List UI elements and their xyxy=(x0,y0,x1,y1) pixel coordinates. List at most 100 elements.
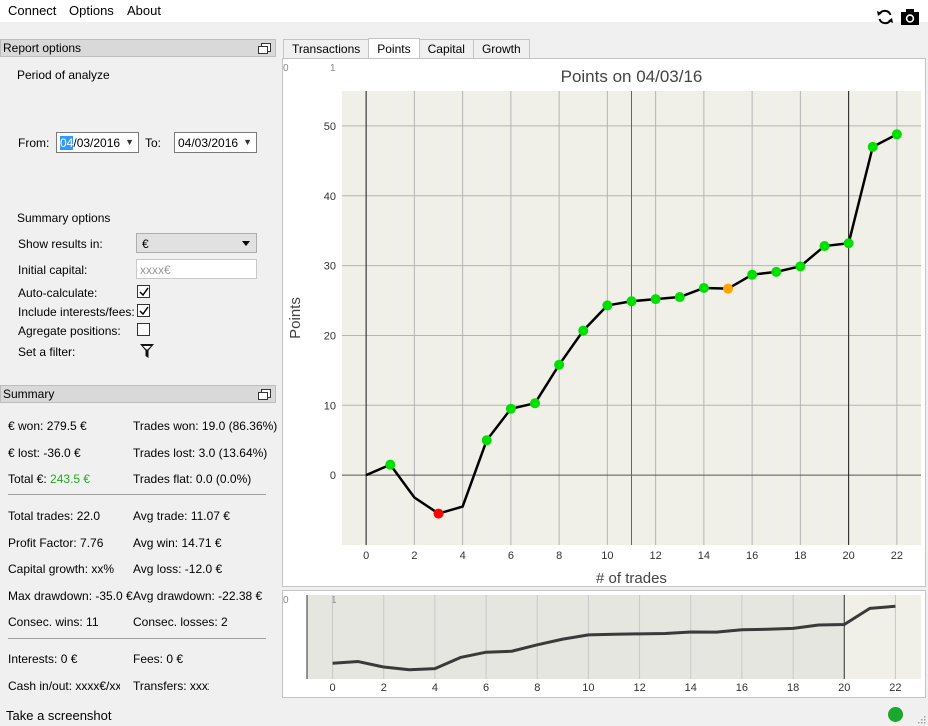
x-tick-label: 4 xyxy=(460,550,466,562)
summary-options-label: Summary options xyxy=(17,211,111,225)
to-date-field[interactable]: 04/03/2016 ▼ xyxy=(174,132,257,153)
checkmark-icon xyxy=(139,306,149,316)
x-tick-label: 20 xyxy=(843,550,855,562)
y-tick-label: 50 xyxy=(324,121,336,133)
stat-lost: € lost: -36.0 € xyxy=(8,446,81,460)
x-tick-label: 18 xyxy=(794,550,806,562)
y-tick-label: 30 xyxy=(324,261,336,273)
x-tick-label: 2 xyxy=(411,550,417,562)
initial-capital-placeholder: xxxx€ xyxy=(140,263,171,277)
tab-growth[interactable]: Growth xyxy=(472,39,530,58)
stat-total-label: Total €: xyxy=(8,472,47,486)
menu-connect[interactable]: Connect xyxy=(8,3,56,18)
from-label: From: xyxy=(18,136,50,150)
auto-calc-label: Auto-calculate: xyxy=(18,286,98,300)
float-panel-icon[interactable] xyxy=(258,389,271,400)
overview-tick-label: 16 xyxy=(736,682,748,694)
menu-about[interactable]: About xyxy=(127,3,161,18)
stat-max-drawdown: Max drawdown: -35.0 € xyxy=(8,589,133,603)
data-point xyxy=(843,238,854,249)
x-tick-label: 16 xyxy=(746,550,758,562)
chart-title: Points on 04/03/16 xyxy=(561,67,703,86)
chevron-down-icon[interactable]: ▼ xyxy=(125,137,134,147)
stat-transfers: Transfers: xxxx xyxy=(133,679,209,693)
overview-tick-label: 12 xyxy=(633,682,645,694)
stat-won: € won: 279.5 € xyxy=(8,419,87,433)
data-point xyxy=(771,266,782,277)
aggregate-checkbox[interactable] xyxy=(137,323,150,336)
tab-capital[interactable]: Capital xyxy=(418,39,474,58)
chart-tabs: Transactions Points Capital Growth xyxy=(283,38,530,58)
resize-grip-icon[interactable] xyxy=(916,714,926,724)
data-point xyxy=(795,261,806,272)
toolbar xyxy=(876,8,920,26)
x-tick-label: 10 xyxy=(601,550,613,562)
stat-profit-factor: Profit Factor: 7.76 xyxy=(8,536,104,550)
stat-consec-losses: Consec. losses: 2 xyxy=(133,615,228,629)
overview-tick-label: 22 xyxy=(889,682,901,694)
stat-interests: Interests: 0 € xyxy=(8,652,78,666)
divider xyxy=(8,494,266,495)
y-tick-label: 40 xyxy=(324,191,336,203)
data-point xyxy=(602,300,613,311)
camera-icon[interactable] xyxy=(900,8,920,26)
overview-tick-label: 6 xyxy=(483,682,489,694)
float-panel-icon[interactable] xyxy=(258,43,271,54)
data-point xyxy=(650,294,661,305)
x-tick-label: 6 xyxy=(508,550,514,562)
overview-tick-label: 14 xyxy=(685,682,697,694)
menu-options[interactable]: Options xyxy=(69,3,114,18)
chevron-down-icon[interactable]: ▼ xyxy=(243,137,252,147)
data-point xyxy=(481,435,492,446)
overview-tick-label: 20 xyxy=(838,682,850,694)
connection-status-indicator xyxy=(888,707,903,722)
corner-label: 0 xyxy=(283,63,289,74)
divider xyxy=(8,638,266,639)
stat-consec-wins: Consec. wins: 11 xyxy=(8,615,99,629)
stat-cash-inout: Cash in/out: xxxx€/xxx xyxy=(8,679,120,693)
data-point xyxy=(530,398,540,409)
refresh-icon[interactable] xyxy=(876,8,894,26)
stat-total-value: 243.5 € xyxy=(50,472,91,486)
corner-label: 1 xyxy=(331,595,337,606)
stat-avg-trade: Avg trade: 11.07 € xyxy=(133,509,230,523)
x-tick-label: 0 xyxy=(363,550,369,562)
data-point xyxy=(867,141,878,152)
currency-select[interactable]: € xyxy=(136,233,257,253)
data-point xyxy=(723,283,733,294)
y-tick-label: 0 xyxy=(330,470,336,482)
overview-tick-label: 4 xyxy=(432,682,438,694)
period-label: Period of analyze xyxy=(17,68,110,82)
data-point xyxy=(554,359,565,370)
tab-points[interactable]: Points xyxy=(368,38,420,58)
include-fees-checkbox[interactable] xyxy=(137,304,150,317)
initial-capital-input[interactable]: xxxx€ xyxy=(136,259,257,279)
x-tick-label: 12 xyxy=(650,550,662,562)
from-date-rest: /03/2016 xyxy=(73,136,121,150)
dropdown-arrow-icon xyxy=(242,241,250,246)
x-tick-label: 8 xyxy=(556,550,562,562)
stat-trades-won: Trades won: 19.0 (86.36%) xyxy=(133,419,278,433)
filter-funnel-icon[interactable] xyxy=(139,343,155,359)
from-date-field[interactable]: 04/03/2016 ▼ xyxy=(56,132,139,153)
data-point xyxy=(385,459,396,470)
include-fees-label: Include interests/fees: xyxy=(18,305,135,319)
report-options-header: Report options xyxy=(0,39,276,57)
auto-calc-checkbox[interactable] xyxy=(137,285,150,298)
summary-header: Summary xyxy=(0,385,276,403)
corner-label: 1 xyxy=(330,63,336,74)
report-options-title: Report options xyxy=(3,41,82,55)
points-chart[interactable]: 0 10 2 4 6 8 10 12 14 16 18 20 2201020304050Points o… xyxy=(283,59,925,587)
overview-chart[interactable]: 0 10 2 4 6 8 10 12 14 16 18 20 22 xyxy=(283,591,925,697)
tab-transactions[interactable]: Transactions xyxy=(283,39,370,58)
y-tick-label: 20 xyxy=(324,330,336,342)
y-axis-label: Points xyxy=(287,297,304,339)
data-point xyxy=(819,241,830,252)
initial-capital-label: Initial capital: xyxy=(18,263,88,277)
status-message: Take a screenshot xyxy=(6,708,112,723)
stat-avg-drawdown: Avg drawdown: -22.38 € xyxy=(133,589,263,603)
stat-fees: Fees: 0 € xyxy=(133,652,184,666)
x-axis-label: # of trades xyxy=(596,570,667,586)
data-point xyxy=(578,325,589,336)
overview-chart-panel: 0 1 0 2 4 6 8 10 12 14 16 18 20 22 xyxy=(282,590,926,698)
